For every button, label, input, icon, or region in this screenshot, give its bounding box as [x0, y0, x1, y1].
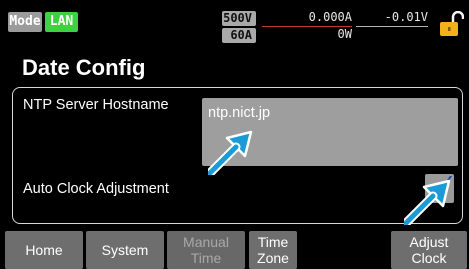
pointer-arrow-icon: [208, 130, 253, 175]
page-title: Date Config: [22, 55, 146, 80]
time-zone-softkey[interactable]: Time Zone: [249, 231, 297, 269]
date-config-screen: Mode LAN 500V 60A 0.000A -0.01V 0W Date …: [0, 0, 469, 269]
softkey-bar: Home System Manual Time Time Zone Adjust…: [0, 231, 469, 269]
auto-clock-label: Auto Clock Adjustment: [23, 181, 169, 197]
power-reading: 0W: [337, 27, 352, 41]
mode-badge: Mode: [8, 12, 42, 32]
system-softkey[interactable]: System: [86, 231, 164, 269]
adjust-clock-softkey[interactable]: Adjust Clock: [391, 231, 467, 269]
pointer-arrow-icon: [404, 179, 451, 225]
manual-time-softkey: Manual Time: [167, 231, 245, 269]
voltage-underline: [356, 26, 428, 27]
current-rating: 60A: [222, 28, 256, 43]
home-softkey[interactable]: Home: [5, 231, 83, 269]
ntp-server-label: NTP Server Hostname: [23, 97, 169, 113]
current-reading: 0.000A: [308, 10, 352, 24]
voltage-rating: 500V: [222, 11, 256, 26]
lan-badge: LAN: [45, 12, 78, 32]
voltage-reading: -0.01V: [384, 10, 428, 24]
unlocked-padlock-icon[interactable]: [438, 11, 464, 37]
